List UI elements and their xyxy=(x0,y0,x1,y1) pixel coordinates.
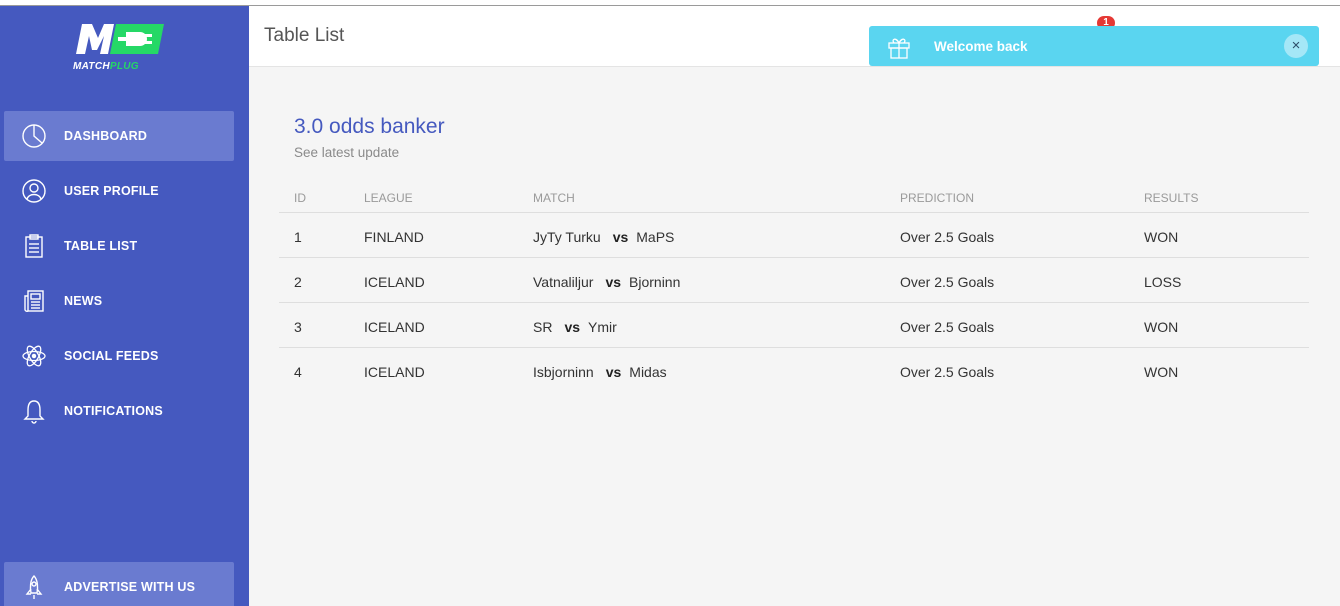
home-team: Vatnaliljur xyxy=(533,274,594,290)
sidebar-item-label: ADVERTISE WITH US xyxy=(64,580,196,594)
atom-icon xyxy=(20,343,48,369)
cell-league: FINLAND xyxy=(364,229,424,245)
vs-label: vs xyxy=(612,229,629,245)
column-header-match: MATCH xyxy=(533,191,575,205)
cell-league: ICELAND xyxy=(364,364,425,380)
cell-id: 2 xyxy=(294,274,302,290)
table-row: 3 ICELAND SR vs Ymir Over 2.5 Goals WON xyxy=(279,303,1309,348)
predictions-table: ID LEAGUE MATCH PREDICTION RESULTS 1 FIN… xyxy=(279,186,1309,393)
sidebar-item-label: USER PROFILE xyxy=(64,184,159,198)
away-team: MaPS xyxy=(636,229,675,245)
user-icon xyxy=(20,178,48,204)
column-header-league: LEAGUE xyxy=(364,191,413,205)
page-title: Table List xyxy=(264,25,345,46)
logo-mark-icon xyxy=(76,24,164,54)
column-header-prediction: PREDICTION xyxy=(900,191,975,205)
cell-match: Vatnaliljur vs Bjorninn xyxy=(533,274,680,290)
sidebar: MATCHPLUG DASHBOARD USER PROFILE TABLE L… xyxy=(0,6,249,606)
sidebar-item-news[interactable]: NEWS xyxy=(4,276,234,326)
table-row: 1 FINLAND JyTy Turku vs MaPS Over 2.5 Goal… xyxy=(279,213,1309,258)
cell-prediction: Over 2.5 Goals xyxy=(900,274,995,290)
rocket-icon xyxy=(20,574,48,600)
cell-match: Isbjorninn vs Midas xyxy=(533,364,667,380)
logo[interactable]: MATCHPLUG xyxy=(70,20,170,80)
home-team: SR xyxy=(533,319,553,335)
card-title: 3.0 odds banker xyxy=(294,115,445,138)
sidebar-item-notifications[interactable]: NOTIFICATIONS xyxy=(4,386,234,436)
clipboard-icon xyxy=(20,233,48,259)
card-subtitle: See latest update xyxy=(294,145,400,160)
cell-id: 3 xyxy=(294,319,302,335)
toast-notification: Welcome back × xyxy=(869,26,1319,66)
vs-label: vs xyxy=(564,319,581,335)
cell-league: ICELAND xyxy=(364,319,425,335)
logo-wordmark: MATCHPLUG xyxy=(73,61,139,72)
sidebar-item-label: DASHBOARD xyxy=(64,129,148,143)
away-team: Midas xyxy=(629,364,667,380)
away-team: Bjorninn xyxy=(629,274,681,290)
cell-id: 1 xyxy=(294,229,302,245)
cell-league: ICELAND xyxy=(364,274,425,290)
vs-label: vs xyxy=(605,274,622,290)
sidebar-item-advertise[interactable]: ADVERTISE WITH US xyxy=(4,562,234,606)
home-team: Isbjorninn xyxy=(533,364,594,380)
sidebar-item-social-feeds[interactable]: SOCIAL FEEDS xyxy=(4,331,234,381)
close-icon[interactable]: × xyxy=(1284,34,1308,58)
main-content: Table List 1 Welcome back × 3.0 odds ban… xyxy=(249,6,1340,606)
away-team: Ymir xyxy=(588,319,617,335)
cell-prediction: Over 2.5 Goals xyxy=(900,229,995,245)
column-header-id: ID xyxy=(294,191,306,205)
cell-match: SR vs Ymir xyxy=(533,319,617,335)
sidebar-item-label: SOCIAL FEEDS xyxy=(64,349,159,363)
cell-prediction: Over 2.5 Goals xyxy=(900,319,995,335)
cell-result: WON xyxy=(1144,364,1179,380)
gift-icon xyxy=(886,34,912,60)
cell-id: 4 xyxy=(294,364,302,380)
column-header-results: RESULTS xyxy=(1144,191,1199,205)
sidebar-item-label: NOTIFICATIONS xyxy=(64,404,163,418)
bell-icon xyxy=(20,398,48,424)
table-row: 2 ICELAND Vatnaliljur vs Bjorninn Over 2.5… xyxy=(279,258,1309,303)
toast-message: Welcome back xyxy=(934,39,1028,54)
table-header-row: ID LEAGUE MATCH PREDICTION RESULTS xyxy=(279,186,1309,213)
sidebar-item-label: NEWS xyxy=(64,294,103,308)
newspaper-icon xyxy=(20,288,48,314)
sidebar-item-user-profile[interactable]: USER PROFILE xyxy=(4,166,234,216)
vs-label: vs xyxy=(605,364,622,380)
cell-result: WON xyxy=(1144,319,1179,335)
cell-match: JyTy Turku vs MaPS xyxy=(533,229,674,245)
cell-result: WON xyxy=(1144,229,1179,245)
sidebar-item-table-list[interactable]: TABLE LIST xyxy=(4,221,234,271)
sidebar-item-dashboard[interactable]: DASHBOARD xyxy=(4,111,234,161)
home-team: JyTy Turku xyxy=(533,229,601,245)
sidebar-item-label: TABLE LIST xyxy=(64,239,138,253)
pie-chart-icon xyxy=(20,123,48,149)
table-row: 4 ICELAND Isbjorninn vs Midas Over 2.5 Goa… xyxy=(279,348,1309,393)
cell-prediction: Over 2.5 Goals xyxy=(900,364,995,380)
cell-result: LOSS xyxy=(1144,274,1182,290)
